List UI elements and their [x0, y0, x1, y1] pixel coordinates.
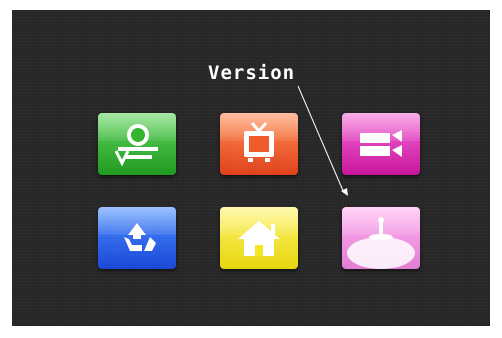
video-camera-icon [360, 130, 402, 157]
device-menu-screen: Version [12, 10, 490, 326]
recycle-tile[interactable] [98, 207, 176, 269]
home-tile[interactable] [220, 207, 298, 269]
version-callout-label: Version [208, 62, 296, 84]
tv-icon [244, 122, 274, 162]
version-tile[interactable] [342, 207, 420, 269]
bell-tool-icon [114, 124, 158, 167]
video-tile[interactable] [342, 113, 420, 175]
home-icon [238, 221, 280, 256]
recycle-icon [124, 223, 156, 251]
tools-tile[interactable] [98, 113, 176, 175]
version-info-icon [347, 217, 415, 269]
tv-tile[interactable] [220, 113, 298, 175]
